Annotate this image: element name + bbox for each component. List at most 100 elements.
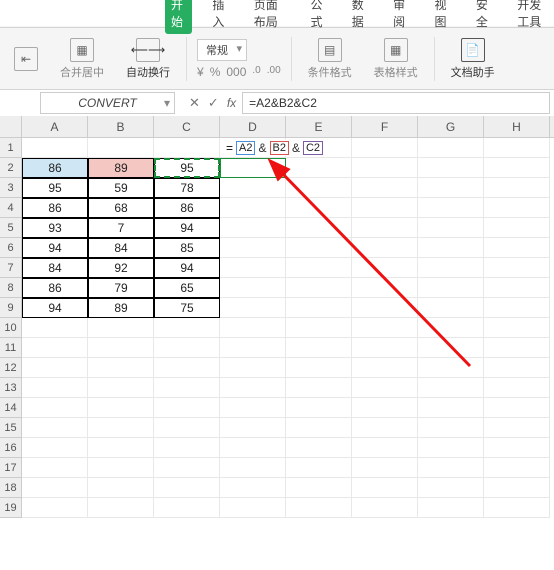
cell-F18[interactable] [352, 478, 418, 498]
indent-decrease-icon[interactable]: ⇤ [14, 47, 38, 71]
col-header-C[interactable]: C [154, 116, 220, 137]
cell-F8[interactable] [352, 278, 418, 298]
cell-D11[interactable] [220, 338, 286, 358]
cell-H17[interactable] [484, 458, 550, 478]
cell-A14[interactable] [22, 398, 88, 418]
cell-D9[interactable] [220, 298, 286, 318]
currency-icon[interactable]: ¥ [197, 65, 204, 79]
cell-B5[interactable]: 7 [88, 218, 154, 238]
cell-B19[interactable] [88, 498, 154, 518]
select-all-corner[interactable] [0, 116, 22, 137]
cell-A12[interactable] [22, 358, 88, 378]
cell-H16[interactable] [484, 438, 550, 458]
row-header-14[interactable]: 14 [0, 398, 22, 418]
cell-F3[interactable] [352, 178, 418, 198]
cell-C13[interactable] [154, 378, 220, 398]
cell-D2[interactable] [220, 158, 286, 178]
number-format-select[interactable]: 常规 [197, 39, 247, 61]
cell-B17[interactable] [88, 458, 154, 478]
cell-H14[interactable] [484, 398, 550, 418]
cell-E4[interactable] [286, 198, 352, 218]
cell-F13[interactable] [352, 378, 418, 398]
cell-A13[interactable] [22, 378, 88, 398]
cell-G11[interactable] [418, 338, 484, 358]
cell-C11[interactable] [154, 338, 220, 358]
cell-H10[interactable] [484, 318, 550, 338]
cell-H13[interactable] [484, 378, 550, 398]
redo-icon[interactable]: ↷ [144, 3, 155, 25]
cell-D3[interactable] [220, 178, 286, 198]
col-header-A[interactable]: A [22, 116, 88, 137]
cell-G6[interactable] [418, 238, 484, 258]
formula-bar-input[interactable] [242, 92, 550, 114]
comma-style-icon[interactable]: 000 [226, 65, 246, 79]
cell-C18[interactable] [154, 478, 220, 498]
cell-A10[interactable] [22, 318, 88, 338]
cell-H4[interactable] [484, 198, 550, 218]
tab-formula[interactable]: 公式 [304, 0, 331, 34]
cell-E16[interactable] [286, 438, 352, 458]
cell-F10[interactable] [352, 318, 418, 338]
decimal-increase-icon[interactable]: .0 [252, 65, 260, 79]
cell-F9[interactable] [352, 298, 418, 318]
tab-dev[interactable]: 开发工具 [511, 0, 554, 34]
cell-G3[interactable] [418, 178, 484, 198]
row-header-15[interactable]: 15 [0, 418, 22, 438]
row-header-12[interactable]: 12 [0, 358, 22, 378]
tab-security[interactable]: 安全 [470, 0, 497, 34]
cell-B10[interactable] [88, 318, 154, 338]
cell-H9[interactable] [484, 298, 550, 318]
save-icon[interactable]: 🖫 [74, 3, 85, 25]
cell-E11[interactable] [286, 338, 352, 358]
cell-A7[interactable]: 84 [22, 258, 88, 278]
cell-A16[interactable] [22, 438, 88, 458]
cell-C8[interactable]: 65 [154, 278, 220, 298]
table-style-icon[interactable]: ▦ [384, 38, 408, 62]
cell-F17[interactable] [352, 458, 418, 478]
cell-H7[interactable] [484, 258, 550, 278]
cell-A19[interactable] [22, 498, 88, 518]
cell-G16[interactable] [418, 438, 484, 458]
cell-B7[interactable]: 92 [88, 258, 154, 278]
cell-C4[interactable]: 86 [154, 198, 220, 218]
cell-B1[interactable] [88, 138, 154, 158]
row-header-6[interactable]: 6 [0, 238, 22, 258]
menu-icon[interactable]: ≡ [10, 8, 16, 20]
spreadsheet-grid[interactable]: A B C D E F G H 128689953955978486688659… [0, 116, 554, 518]
cell-C6[interactable]: 85 [154, 238, 220, 258]
cell-D12[interactable] [220, 358, 286, 378]
cell-B9[interactable]: 89 [88, 298, 154, 318]
cell-E12[interactable] [286, 358, 352, 378]
cell-G2[interactable] [418, 158, 484, 178]
cell-G10[interactable] [418, 318, 484, 338]
row-header-18[interactable]: 18 [0, 478, 22, 498]
cell-C1[interactable] [154, 138, 220, 158]
cell-F5[interactable] [352, 218, 418, 238]
cell-G17[interactable] [418, 458, 484, 478]
file-menu[interactable]: 文件 [22, 4, 60, 24]
cell-F1[interactable] [352, 138, 418, 158]
cell-D18[interactable] [220, 478, 286, 498]
cell-A15[interactable] [22, 418, 88, 438]
row-header-3[interactable]: 3 [0, 178, 22, 198]
cell-D13[interactable] [220, 378, 286, 398]
cell-C19[interactable] [154, 498, 220, 518]
cell-G9[interactable] [418, 298, 484, 318]
cell-E8[interactable] [286, 278, 352, 298]
cell-F11[interactable] [352, 338, 418, 358]
cell-E13[interactable] [286, 378, 352, 398]
cell-G14[interactable] [418, 398, 484, 418]
cell-C2[interactable]: 95 [154, 158, 220, 178]
cell-G8[interactable] [418, 278, 484, 298]
cell-E9[interactable] [286, 298, 352, 318]
cell-C9[interactable]: 75 [154, 298, 220, 318]
tab-layout[interactable]: 页面布局 [248, 0, 291, 34]
cell-E6[interactable] [286, 238, 352, 258]
cell-D14[interactable] [220, 398, 286, 418]
cell-F16[interactable] [352, 438, 418, 458]
cell-B3[interactable]: 59 [88, 178, 154, 198]
cell-A4[interactable]: 86 [22, 198, 88, 218]
row-header-17[interactable]: 17 [0, 458, 22, 478]
cell-H1[interactable] [484, 138, 550, 158]
file-dropdown-icon[interactable]: ▾ [62, 7, 68, 20]
